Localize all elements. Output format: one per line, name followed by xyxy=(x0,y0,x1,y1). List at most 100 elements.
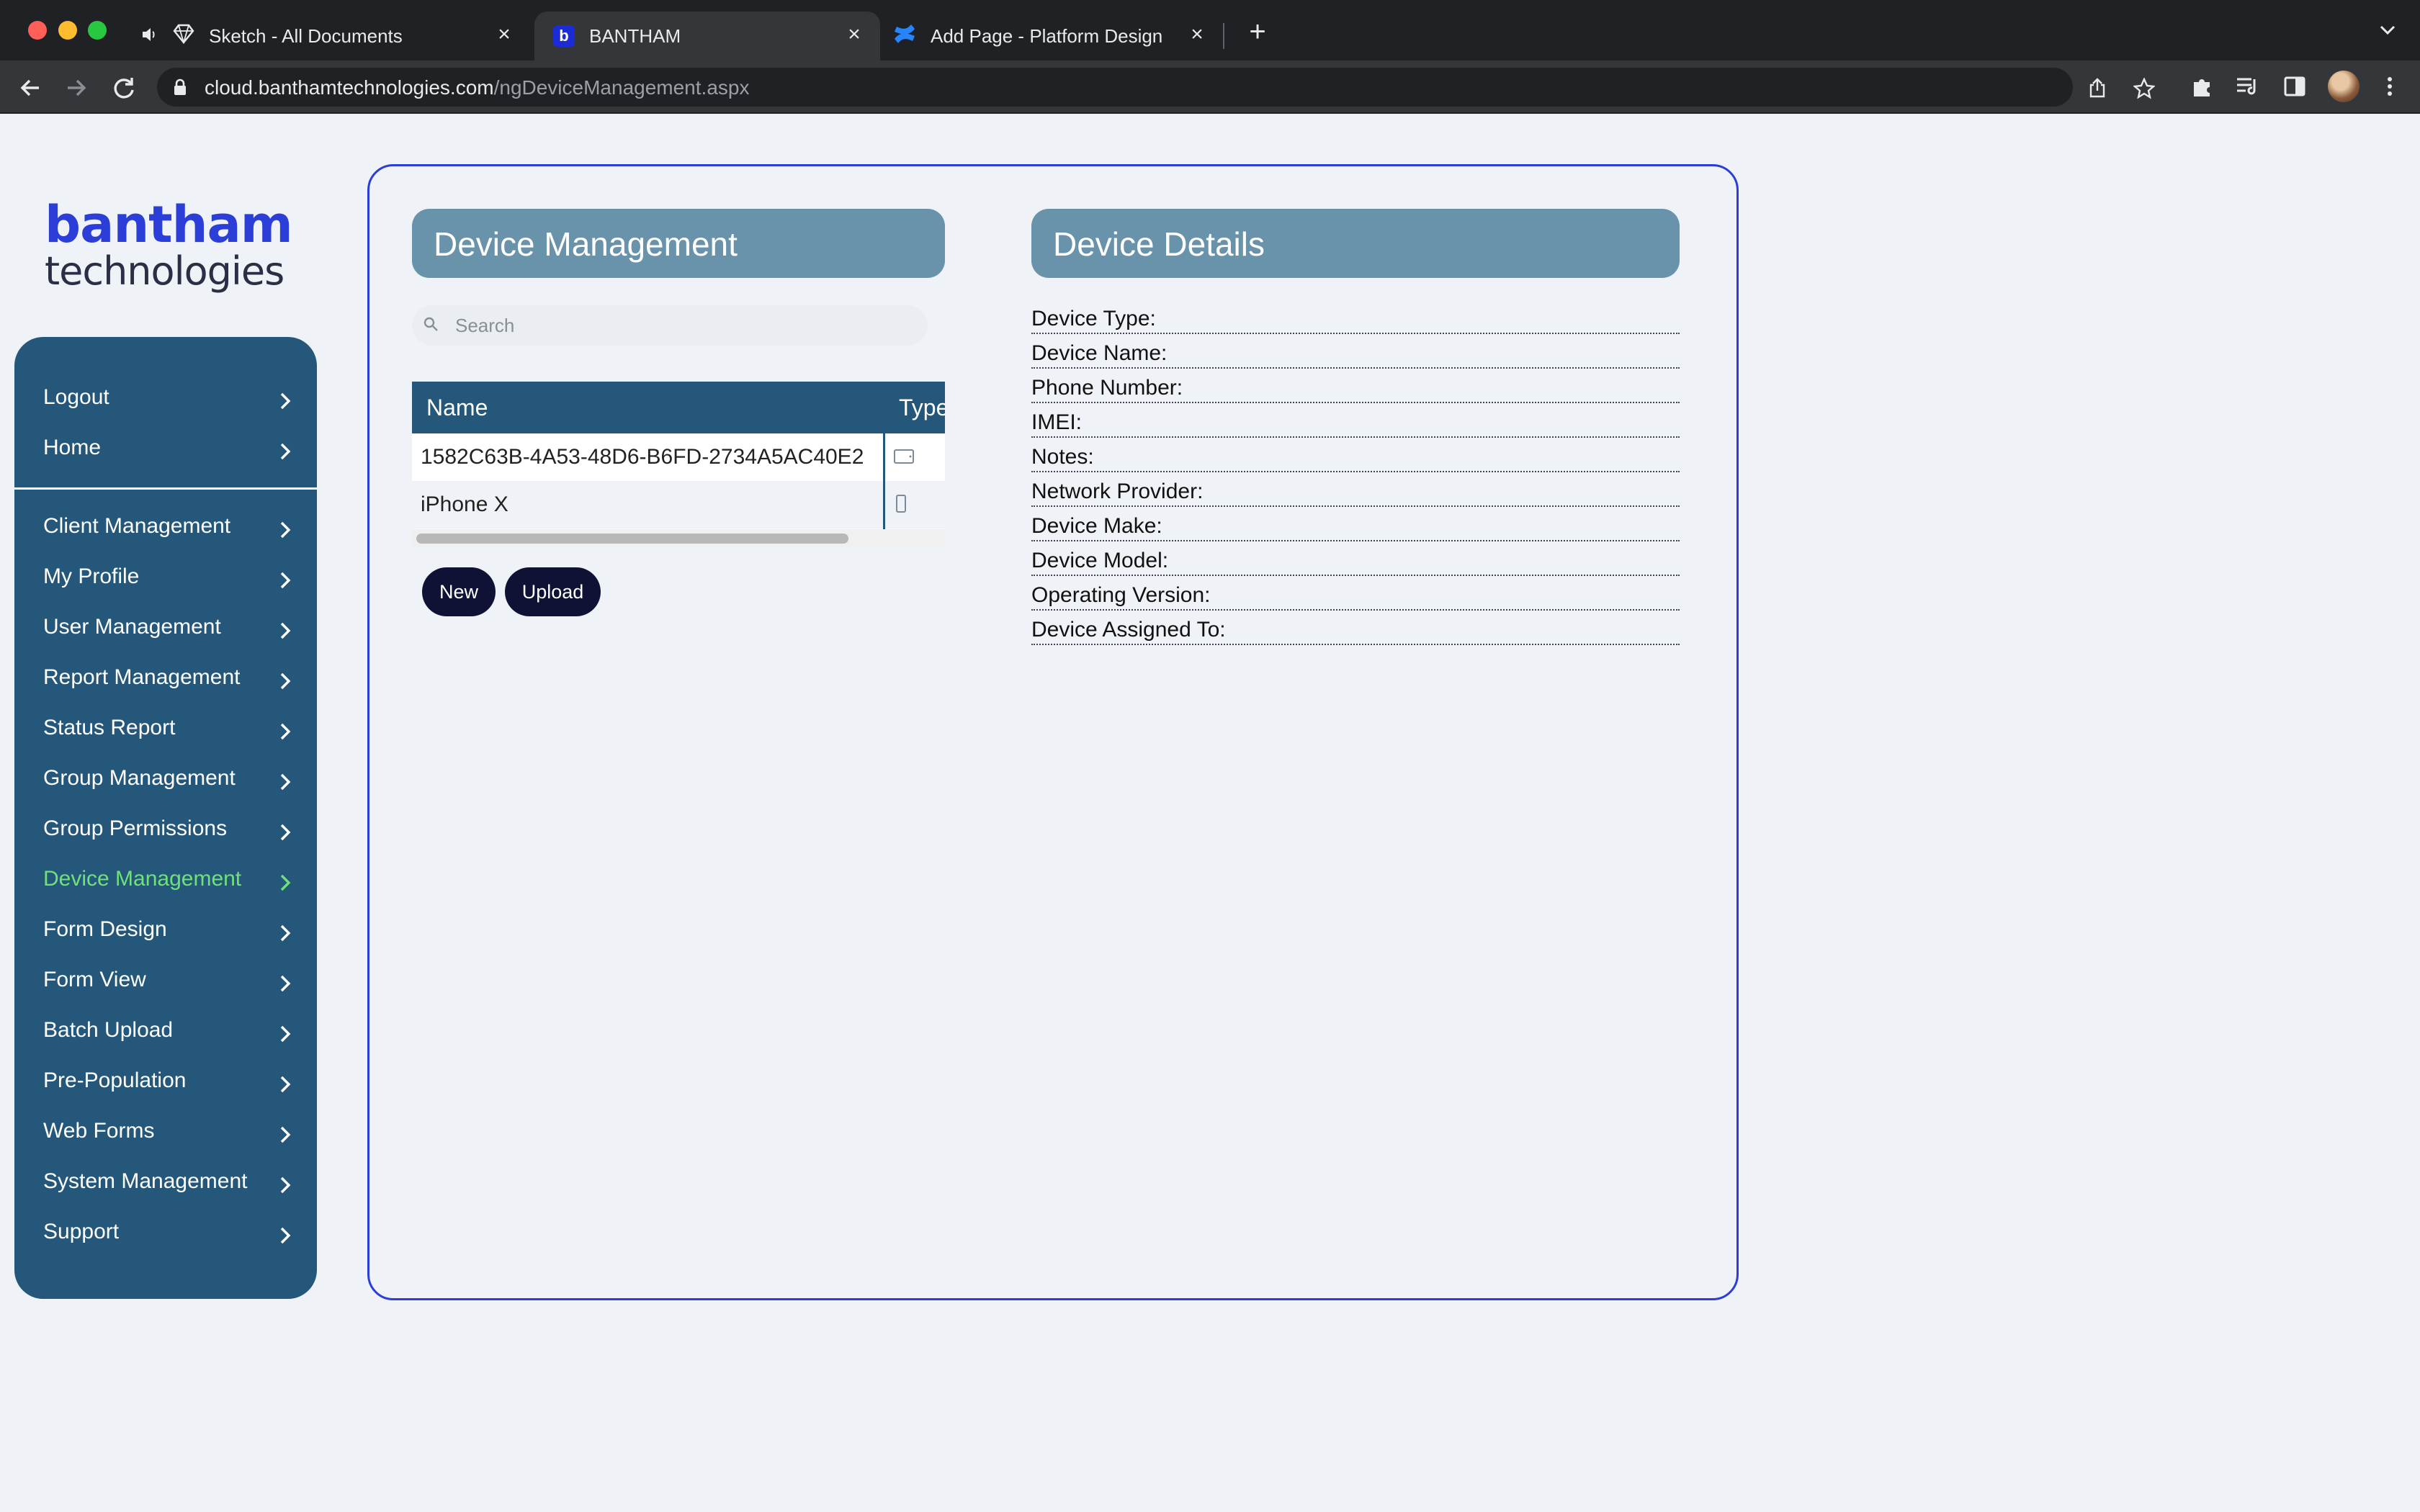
sidebar-item-label: Status Report xyxy=(43,716,176,739)
sidebar-item-label: Home xyxy=(43,436,102,459)
sidebar-item-device-management[interactable]: Device Management xyxy=(43,860,310,900)
detail-device-make: Device Make: xyxy=(1031,507,1680,541)
sidebar-item-system-management[interactable]: System Management xyxy=(43,1162,310,1202)
scrollbar-thumb[interactable] xyxy=(416,534,848,544)
browser-tab-confluence[interactable]: Add Page - Platform Design - J × xyxy=(892,12,1223,60)
sidebar-item-label: Batch Upload xyxy=(43,1018,174,1042)
sidebar-item-form-design[interactable]: Form Design xyxy=(43,910,310,950)
extensions-puzzle-icon[interactable] xyxy=(2191,75,2214,98)
detail-label: Device Assigned To: xyxy=(1031,618,1226,642)
sidebar-item-label: Pre-Population xyxy=(43,1068,187,1092)
chevron-right-icon xyxy=(280,521,291,539)
browser-tab-sketch[interactable]: Sketch - All Documents × xyxy=(141,12,530,60)
sidebar-item-status-report[interactable]: Status Report xyxy=(43,708,310,749)
back-icon[interactable] xyxy=(16,73,45,102)
search-input[interactable] xyxy=(455,311,902,340)
column-header-name[interactable]: Name xyxy=(426,395,488,421)
column-header-type[interactable]: Type xyxy=(899,395,945,421)
chevron-right-icon xyxy=(280,622,291,639)
sidebar-item-support[interactable]: Support xyxy=(43,1212,310,1253)
detail-label: Device Type: xyxy=(1031,307,1156,330)
url-text[interactable]: cloud.banthamtechnologies.com/ngDeviceMa… xyxy=(205,76,749,99)
table-row[interactable]: 1582C63B-4A53-48D6-B6FD-2734A5AC40E2 xyxy=(412,433,945,481)
chevron-right-icon xyxy=(280,572,291,589)
detail-notes: Notes: xyxy=(1031,438,1680,472)
detail-label: Operating Version: xyxy=(1031,583,1211,607)
sidebar-item-report-management[interactable]: Report Management xyxy=(43,658,310,698)
horizontal-scrollbar[interactable] xyxy=(412,529,945,547)
sidebar-divider xyxy=(14,487,317,490)
phone-icon xyxy=(893,494,909,520)
sidebar-item-group-management[interactable]: Group Management xyxy=(43,759,310,799)
sidebar-item-user-management[interactable]: User Management xyxy=(43,608,310,648)
chevron-right-icon xyxy=(280,924,291,942)
sidebar-item-label: Form View xyxy=(43,968,146,991)
url-host: cloud.banthamtechnologies.com xyxy=(205,76,494,99)
sidebar-item-pre-population[interactable]: Pre-Population xyxy=(43,1061,310,1102)
speaker-icon[interactable] xyxy=(141,25,158,48)
sidebar-item-my-profile[interactable]: My Profile xyxy=(43,557,310,598)
sidebar-item-batch-upload[interactable]: Batch Upload xyxy=(43,1011,310,1051)
device-details-header: Device Details xyxy=(1031,209,1680,278)
new-tab-button[interactable]: + xyxy=(1243,17,1272,46)
media-queue-icon[interactable] xyxy=(2236,75,2259,98)
detail-label: Notes: xyxy=(1031,445,1094,469)
chevron-right-icon xyxy=(280,824,291,841)
new-button[interactable]: New xyxy=(422,567,496,616)
tab-search-chevron-icon[interactable] xyxy=(2377,19,2398,44)
browser-tab-bantham[interactable]: b BANTHAM × xyxy=(534,12,880,60)
window-zoom-button[interactable] xyxy=(88,21,107,40)
sidebar-item-group-permissions[interactable]: Group Permissions xyxy=(43,809,310,850)
reload-icon[interactable] xyxy=(109,73,138,102)
tab-title: Add Page - Platform Design - J xyxy=(931,24,1168,47)
chevron-right-icon xyxy=(280,1076,291,1093)
detail-label: IMEI: xyxy=(1031,410,1083,434)
detail-phone-number: Phone Number: xyxy=(1031,369,1680,403)
address-bar[interactable]: cloud.banthamtechnologies.com/ngDeviceMa… xyxy=(157,68,2156,107)
sidebar-item-label: User Management xyxy=(43,615,221,639)
table-row[interactable]: iPhone X xyxy=(412,481,945,528)
lock-icon[interactable] xyxy=(173,78,187,99)
sidebar-item-home[interactable]: Home xyxy=(43,428,310,469)
share-icon[interactable] xyxy=(2087,78,2107,98)
tab-title: Sketch - All Documents xyxy=(209,24,403,47)
detail-device-name: Device Name: xyxy=(1031,334,1680,369)
detail-label: Network Provider: xyxy=(1031,480,1204,503)
chevron-right-icon xyxy=(280,1176,291,1194)
sidebar-item-client-management[interactable]: Client Management xyxy=(43,507,310,547)
window-minimize-button[interactable] xyxy=(58,21,77,40)
chevron-right-icon xyxy=(280,1227,291,1244)
browser-menu-icon[interactable] xyxy=(2378,75,2401,98)
bantham-logo[interactable]: bantham technologies xyxy=(45,195,293,292)
window-close-button[interactable] xyxy=(28,21,47,40)
detail-imei: IMEI: xyxy=(1031,403,1680,438)
profile-avatar[interactable] xyxy=(2328,71,2360,102)
upload-button[interactable]: Upload xyxy=(505,567,601,616)
sidebar-item-label: Form Design xyxy=(43,917,167,941)
logo-wordmark: bantham xyxy=(45,195,293,254)
device-name-cell: iPhone X xyxy=(421,492,508,516)
url-path: /ngDeviceManagement.aspx xyxy=(493,76,750,99)
sidebar-item-logout[interactable]: Logout xyxy=(43,378,310,418)
sidebar-item-label: Group Permissions xyxy=(43,816,228,840)
chevron-right-icon xyxy=(280,874,291,891)
side-panel-icon[interactable] xyxy=(2283,75,2306,98)
browser-tab-strip: Sketch - All Documents × b BANTHAM × Add… xyxy=(0,0,2420,60)
confluence-icon xyxy=(893,23,916,50)
section-title: Device Management xyxy=(434,225,738,263)
sidebar-item-label: Report Management xyxy=(43,665,241,689)
sidebar-item-form-view[interactable]: Form View xyxy=(43,960,310,1001)
device-management-header: Device Management xyxy=(412,209,945,278)
detail-device-assigned-to: Device Assigned To: xyxy=(1031,611,1680,645)
sidebar-item-web-forms[interactable]: Web Forms xyxy=(43,1112,310,1152)
tab-close-icon[interactable]: × xyxy=(493,23,516,46)
tab-close-icon[interactable]: × xyxy=(1186,23,1209,46)
detail-label: Device Model: xyxy=(1031,549,1169,572)
device-grid: Name Type 1582C63B-4A53-48D6-B6FD-2734A5… xyxy=(412,382,945,547)
bookmark-star-icon[interactable] xyxy=(2133,77,2156,99)
forward-icon[interactable] xyxy=(62,73,91,102)
chevron-right-icon xyxy=(280,773,291,791)
search-icon xyxy=(422,315,441,338)
chevron-right-icon xyxy=(280,672,291,690)
tab-close-icon[interactable]: × xyxy=(843,23,866,46)
